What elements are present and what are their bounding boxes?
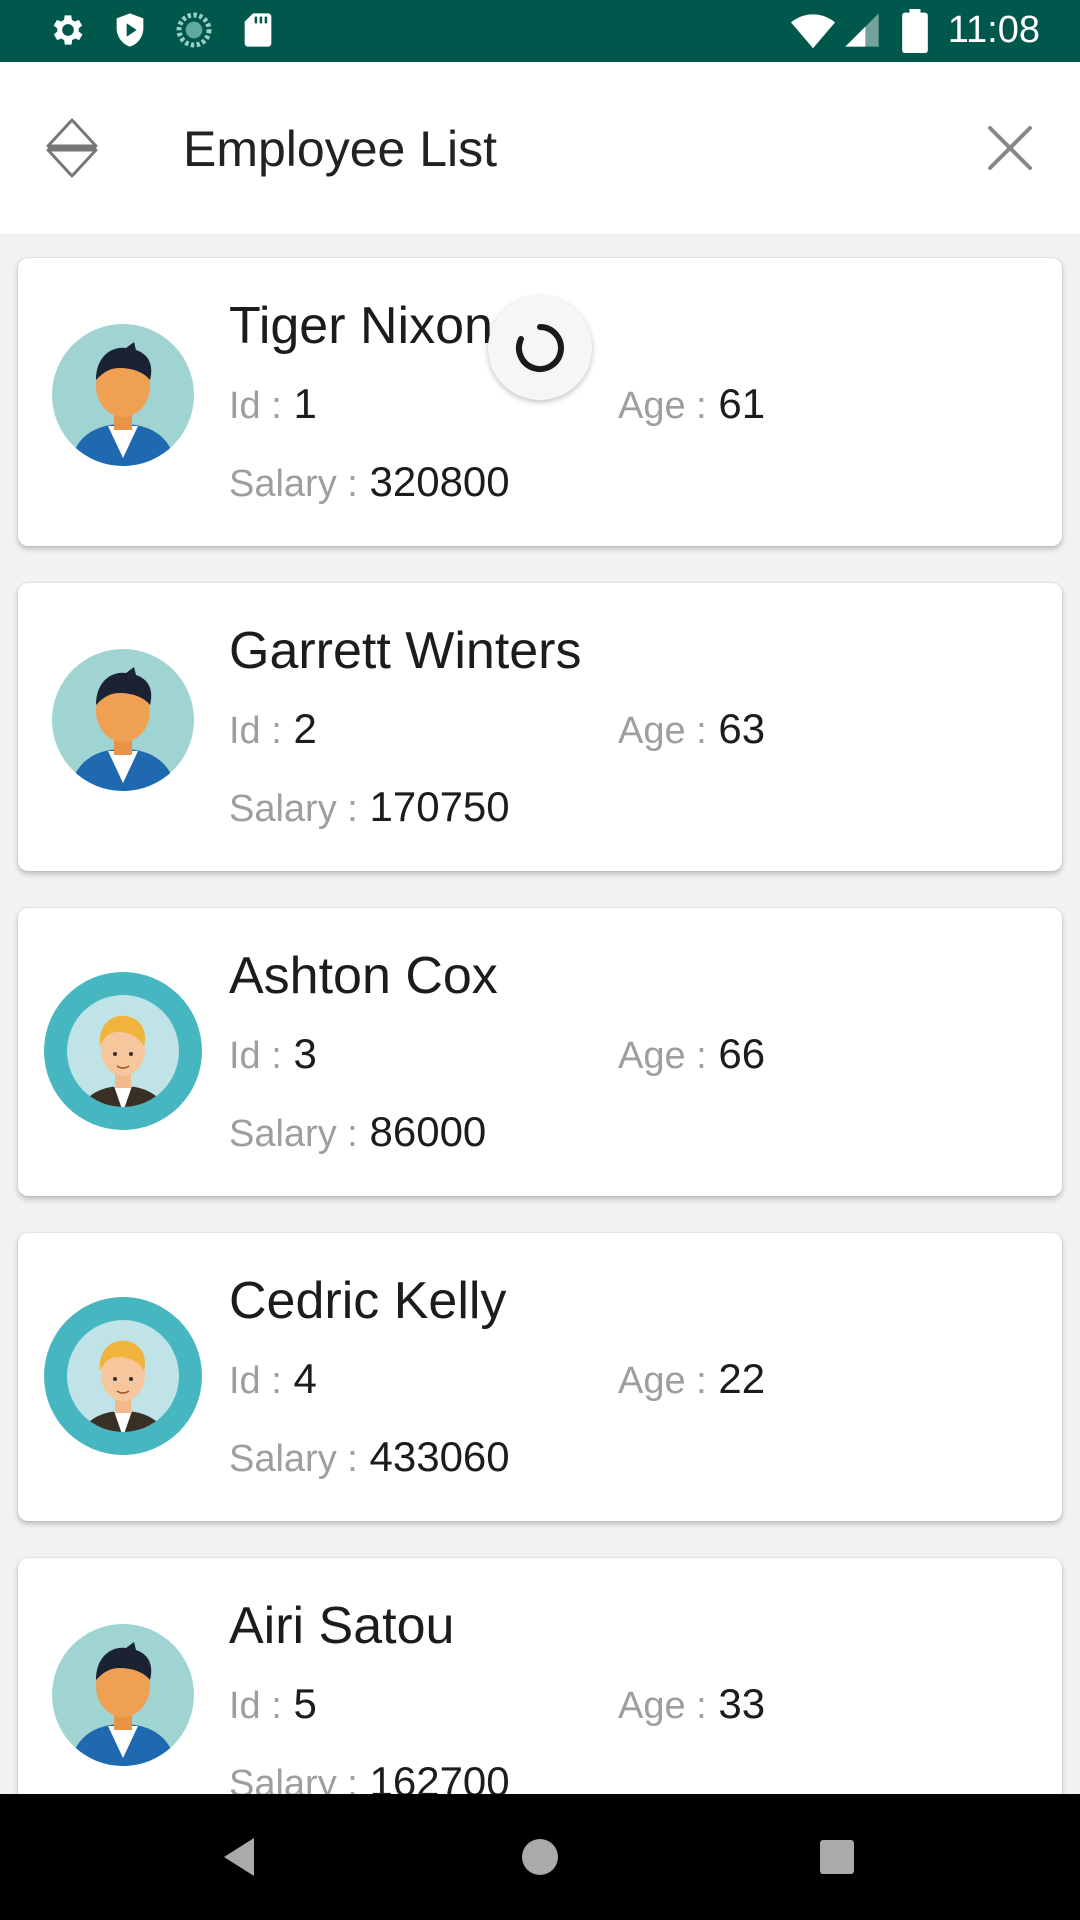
male-dark-hair-avatar-icon	[52, 1624, 194, 1766]
employee-name: Cedric Kelly	[229, 1272, 507, 1330]
employee-id: Id : 1	[229, 380, 317, 428]
employee-card[interactable]: Cedric Kelly Id : 4 Age : 22 Salary : 43…	[18, 1233, 1062, 1521]
signal-icon	[845, 13, 879, 47]
employee-card[interactable]: Ashton Cox Id : 3 Age : 66 Salary : 8600…	[18, 908, 1062, 1196]
employee-age: Age : 66	[618, 1030, 765, 1078]
id-value: 1	[293, 380, 317, 427]
battery-icon	[902, 9, 928, 53]
salary-value: 170750	[369, 783, 510, 830]
employee-name: Ashton Cox	[229, 947, 498, 1005]
male-blond-avatar-icon	[44, 972, 202, 1130]
male-dark-hair-avatar-icon	[52, 649, 194, 791]
salary-label: Salary :	[229, 788, 358, 830]
employee-age: Age : 61	[618, 380, 765, 428]
salary-value: 162700	[369, 1758, 510, 1794]
id-label: Id :	[229, 1685, 282, 1727]
employee-salary: Salary : 433060	[229, 1433, 510, 1481]
gear-icon	[53, 15, 83, 45]
status-time: 11:08	[947, 9, 1040, 51]
employee-salary: Salary : 170750	[229, 783, 510, 831]
employee-card[interactable]: Airi Satou Id : 5 Age : 33 Salary : 1627…	[18, 1558, 1062, 1794]
recents-icon[interactable]	[812, 1832, 862, 1882]
id-label: Id :	[229, 710, 282, 752]
salary-label: Salary :	[229, 1763, 358, 1794]
age-value: 33	[718, 1680, 766, 1727]
age-label: Age :	[618, 710, 707, 752]
navigation-bar	[0, 1794, 1080, 1920]
id-label: Id :	[229, 1035, 282, 1077]
employee-salary: Salary : 162700	[229, 1758, 510, 1794]
employee-name: Garrett Winters	[229, 622, 582, 680]
back-icon[interactable]	[216, 1832, 266, 1882]
employee-name: Tiger Nixon	[229, 297, 493, 355]
employee-salary: Salary : 320800	[229, 458, 510, 506]
refresh-spinner-icon	[516, 324, 564, 372]
age-value: 63	[718, 705, 766, 752]
id-value: 2	[293, 705, 317, 752]
employee-card[interactable]: Garrett Winters Id : 2 Age : 63 Salary :…	[18, 583, 1062, 871]
male-dark-hair-avatar-icon	[52, 324, 194, 466]
shield-icon	[116, 13, 144, 47]
age-label: Age :	[618, 1360, 707, 1402]
salary-value: 433060	[369, 1433, 510, 1480]
age-value: 66	[718, 1030, 766, 1077]
employee-id: Id : 5	[229, 1680, 317, 1728]
salary-label: Salary :	[229, 463, 358, 505]
employee-age: Age : 22	[618, 1355, 765, 1403]
id-value: 3	[293, 1030, 317, 1077]
sort-icon[interactable]	[44, 116, 100, 180]
age-label: Age :	[618, 1035, 707, 1077]
employee-id: Id : 4	[229, 1355, 317, 1403]
salary-value: 86000	[369, 1108, 487, 1155]
id-label: Id :	[229, 385, 282, 427]
salary-label: Salary :	[229, 1113, 358, 1155]
sync-icon	[176, 12, 212, 48]
age-label: Age :	[618, 385, 707, 427]
age-label: Age :	[618, 1685, 707, 1727]
employee-salary: Salary : 86000	[229, 1108, 486, 1156]
status-bar: 11:08	[0, 0, 1080, 62]
employee-id: Id : 2	[229, 705, 317, 753]
id-label: Id :	[229, 1360, 282, 1402]
age-value: 22	[718, 1355, 766, 1402]
id-value: 5	[293, 1680, 317, 1727]
id-value: 4	[293, 1355, 317, 1402]
employee-name: Airi Satou	[229, 1597, 455, 1655]
app-bar: Employee List	[0, 62, 1080, 234]
close-icon[interactable]	[986, 124, 1034, 172]
salary-label: Salary :	[229, 1438, 358, 1480]
employee-list: Tiger Nixon Id : 1 Age : 61 Salary : 320…	[0, 234, 1080, 1794]
refresh-spinner	[488, 296, 592, 400]
page-title: Employee List	[183, 121, 498, 177]
sd-card-icon	[244, 13, 272, 47]
employee-age: Age : 63	[618, 705, 765, 753]
male-blond-avatar-icon	[44, 1297, 202, 1455]
home-icon[interactable]	[515, 1832, 565, 1882]
employee-id: Id : 3	[229, 1030, 317, 1078]
salary-value: 320800	[369, 458, 510, 505]
age-value: 61	[718, 380, 766, 427]
employee-age: Age : 33	[618, 1680, 765, 1728]
wifi-icon	[790, 14, 836, 49]
